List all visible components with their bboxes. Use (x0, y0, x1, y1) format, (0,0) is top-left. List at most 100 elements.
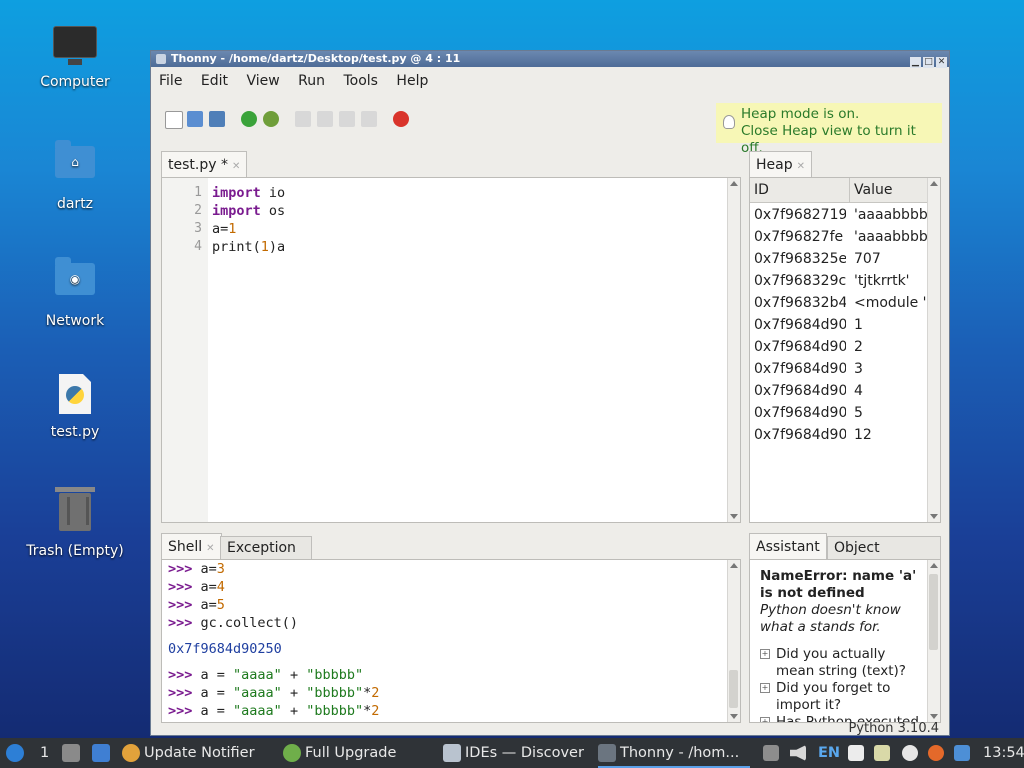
tab-shell[interactable]: Shell ✕ (161, 533, 222, 559)
debug-icon[interactable] (263, 111, 279, 127)
desktop-icon-label: Network (45, 313, 105, 329)
expand-icon[interactable]: + (760, 683, 770, 693)
table-row[interactable]: 0x7f96832b4 <module ' (750, 292, 928, 314)
scroll-down-icon[interactable] (930, 514, 938, 519)
title-bar[interactable]: Thonny - /home/dartz/Desktop/test.py @ 4… (151, 51, 949, 68)
table-row[interactable]: 0x7f96827fe 'aaaabbbbb (750, 226, 930, 248)
close-tab-icon[interactable]: ✕ (206, 543, 214, 554)
close-icon[interactable]: ✕ (936, 57, 947, 68)
taskbar: 1 Update Notifier Full Upgrade IDEs — Di… (0, 738, 1024, 768)
table-row[interactable]: 0x7f9684d90 3 (750, 358, 928, 380)
table-row[interactable]: 0x7f9684d90 4 (750, 380, 928, 402)
scroll-down-icon[interactable] (730, 714, 738, 719)
column-header-value[interactable]: Value (850, 178, 930, 202)
trash-icon (53, 487, 97, 537)
code-editor[interactable]: 1 2 3 4 import io import os a=1 print(1)… (161, 177, 741, 523)
menu-file[interactable]: File (159, 73, 182, 89)
line-number: 3 (194, 221, 202, 236)
error-hint-cont: what a stands for. (760, 619, 881, 635)
clipboard-icon[interactable] (848, 745, 864, 761)
table-row[interactable]: 0x7f968325e 707 (750, 248, 928, 270)
table-row[interactable]: 0x7f9684d90 1 (750, 314, 928, 336)
desktop-icon-computer[interactable]: Computer (15, 24, 135, 90)
task-thonny[interactable]: Thonny - /hom... (598, 738, 750, 768)
desktop-icon-home[interactable]: ⌂ dartz (15, 140, 135, 212)
desktop-icon-trash[interactable]: Trash (Empty) (15, 487, 135, 559)
save-file-icon[interactable] (209, 111, 225, 127)
table-row[interactable]: 0x7f968329c 'tjtkrrtk' (750, 270, 928, 292)
desktop-icon-label: Computer (40, 74, 110, 90)
clock[interactable]: 13:54 (983, 738, 1024, 768)
removable-drive-icon[interactable] (763, 745, 779, 761)
scroll-up-icon[interactable] (930, 181, 938, 186)
python-version-status: Python 3.10.4 (848, 721, 939, 735)
step-over-icon (295, 111, 311, 127)
menu-view[interactable]: View (246, 73, 279, 89)
tab-exception[interactable]: Exception (220, 536, 312, 559)
close-tab-icon[interactable]: ✕ (232, 161, 240, 172)
suggestion-item[interactable]: + Did you actually mean string (text)? (760, 646, 930, 680)
minimize-icon[interactable]: ▁ (910, 57, 921, 68)
shell-console[interactable]: >>> a=3 >>> a=4 >>> a=5 >>> gc.collect() 0x7… (161, 559, 741, 723)
desktop-icon (92, 744, 110, 762)
maximize-icon[interactable]: □ (923, 57, 934, 68)
notes-icon[interactable] (874, 745, 890, 761)
new-file-icon[interactable] (165, 111, 183, 129)
run-icon[interactable] (241, 111, 257, 127)
scroll-up-icon[interactable] (730, 563, 738, 568)
scroll-down-icon[interactable] (730, 514, 738, 519)
file-manager-launcher[interactable] (62, 738, 84, 768)
notification-icon[interactable] (954, 745, 970, 761)
column-header-id[interactable]: ID (750, 178, 850, 202)
network-tray-icon[interactable] (902, 745, 918, 761)
show-desktop-launcher[interactable] (92, 738, 114, 768)
tab-object-inspector[interactable]: Object inspecto (827, 536, 941, 559)
update-icon (122, 744, 140, 762)
close-tab-icon[interactable]: ✕ (797, 161, 805, 172)
suggestion-item[interactable]: + Did you forget to import it? (760, 680, 930, 714)
python-file-icon (53, 374, 97, 418)
shell-scrollbar[interactable] (727, 560, 740, 722)
scroll-thumb[interactable] (929, 574, 938, 650)
tab-label: Assistant (756, 539, 820, 555)
tab-label: Heap (756, 157, 793, 173)
scroll-thumb[interactable] (729, 670, 738, 708)
scroll-up-icon[interactable] (930, 563, 938, 568)
volume-icon[interactable] (790, 745, 806, 761)
menu-tools[interactable]: Tools (343, 73, 378, 89)
editor-scrollbar[interactable] (727, 178, 740, 522)
desktop-icon-network[interactable]: ◉ Network (15, 257, 135, 329)
table-row[interactable]: 0x7f9682719 'aaaabbbbb (750, 204, 930, 226)
power-icon[interactable] (928, 745, 944, 761)
assistant-scrollbar[interactable] (927, 560, 940, 722)
tab-assistant[interactable]: Assistant (749, 533, 827, 559)
task-update-notifier[interactable]: Update Notifier (122, 738, 255, 768)
expand-icon[interactable]: + (760, 717, 770, 722)
task-discover[interactable]: IDEs — Discover (443, 738, 584, 768)
scroll-up-icon[interactable] (730, 181, 738, 186)
expand-icon[interactable]: + (760, 649, 770, 659)
menu-help[interactable]: Help (396, 73, 428, 89)
menu-run[interactable]: Run (298, 73, 325, 89)
tab-heap[interactable]: Heap ✕ (749, 151, 812, 177)
keyboard-layout[interactable]: EN (818, 738, 840, 768)
open-file-icon[interactable] (187, 111, 203, 127)
stop-icon[interactable] (393, 111, 409, 127)
tab-editor-file[interactable]: test.py * ✕ (161, 151, 248, 177)
shell-command-line: >>> a = "aaaa" + "bbbbb" (168, 667, 364, 683)
table-row[interactable]: 0x7f9684d90 2 (750, 336, 928, 358)
heap-value-cell: 4 (854, 383, 863, 399)
heap-value-cell: 3 (854, 361, 863, 377)
heap-value-cell: 'aaaabbbbb (854, 229, 930, 245)
desktop-icon-test-py[interactable]: test.py (15, 374, 135, 440)
task-full-upgrade[interactable]: Full Upgrade (283, 738, 396, 768)
shell-output-line: 0x7f9684d90250 (168, 641, 282, 657)
heap-scrollbar[interactable] (927, 178, 940, 522)
line-number: 2 (194, 203, 202, 218)
scroll-down-icon[interactable] (930, 714, 938, 719)
workspace-switcher[interactable]: 1 (40, 738, 49, 768)
menu-edit[interactable]: Edit (201, 73, 228, 89)
app-menu-button[interactable] (6, 738, 28, 768)
table-row[interactable]: 0x7f9684d90 12 (750, 424, 928, 446)
table-row[interactable]: 0x7f9684d90 5 (750, 402, 928, 424)
